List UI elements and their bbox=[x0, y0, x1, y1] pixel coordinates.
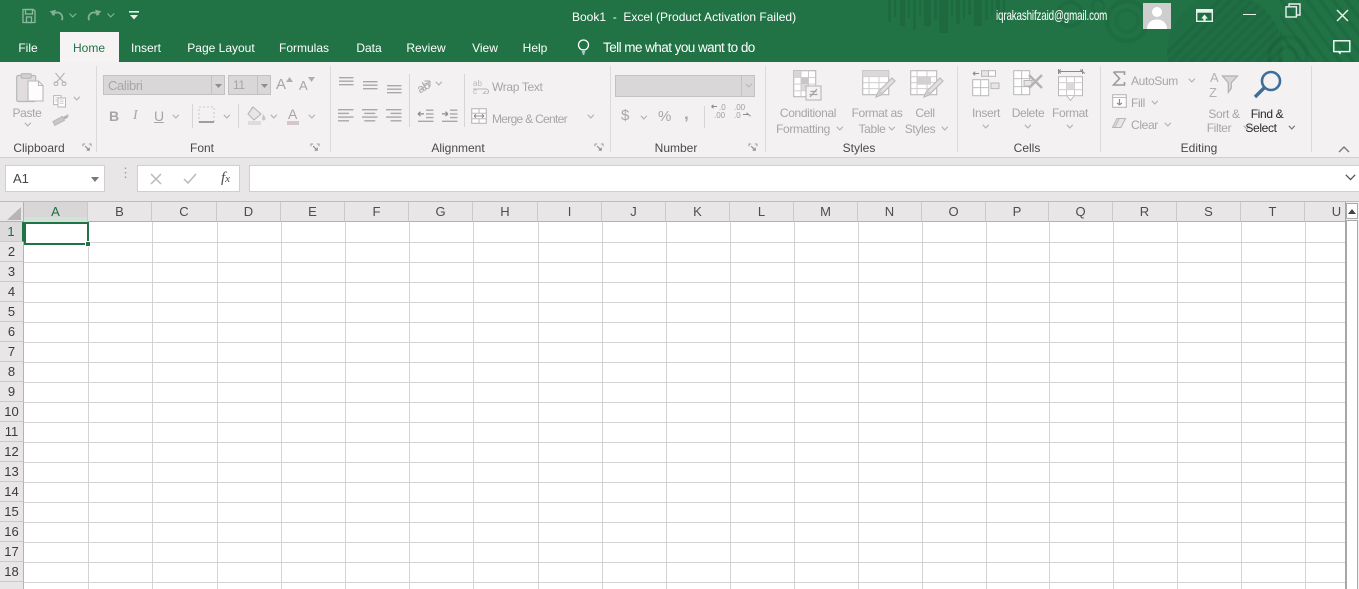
svg-text:.0: .0 bbox=[734, 111, 741, 120]
svg-text:A: A bbox=[1210, 70, 1219, 85]
svg-text:.00: .00 bbox=[714, 111, 726, 120]
svg-text:Z: Z bbox=[1209, 85, 1217, 98]
svg-text:c: c bbox=[473, 87, 477, 94]
